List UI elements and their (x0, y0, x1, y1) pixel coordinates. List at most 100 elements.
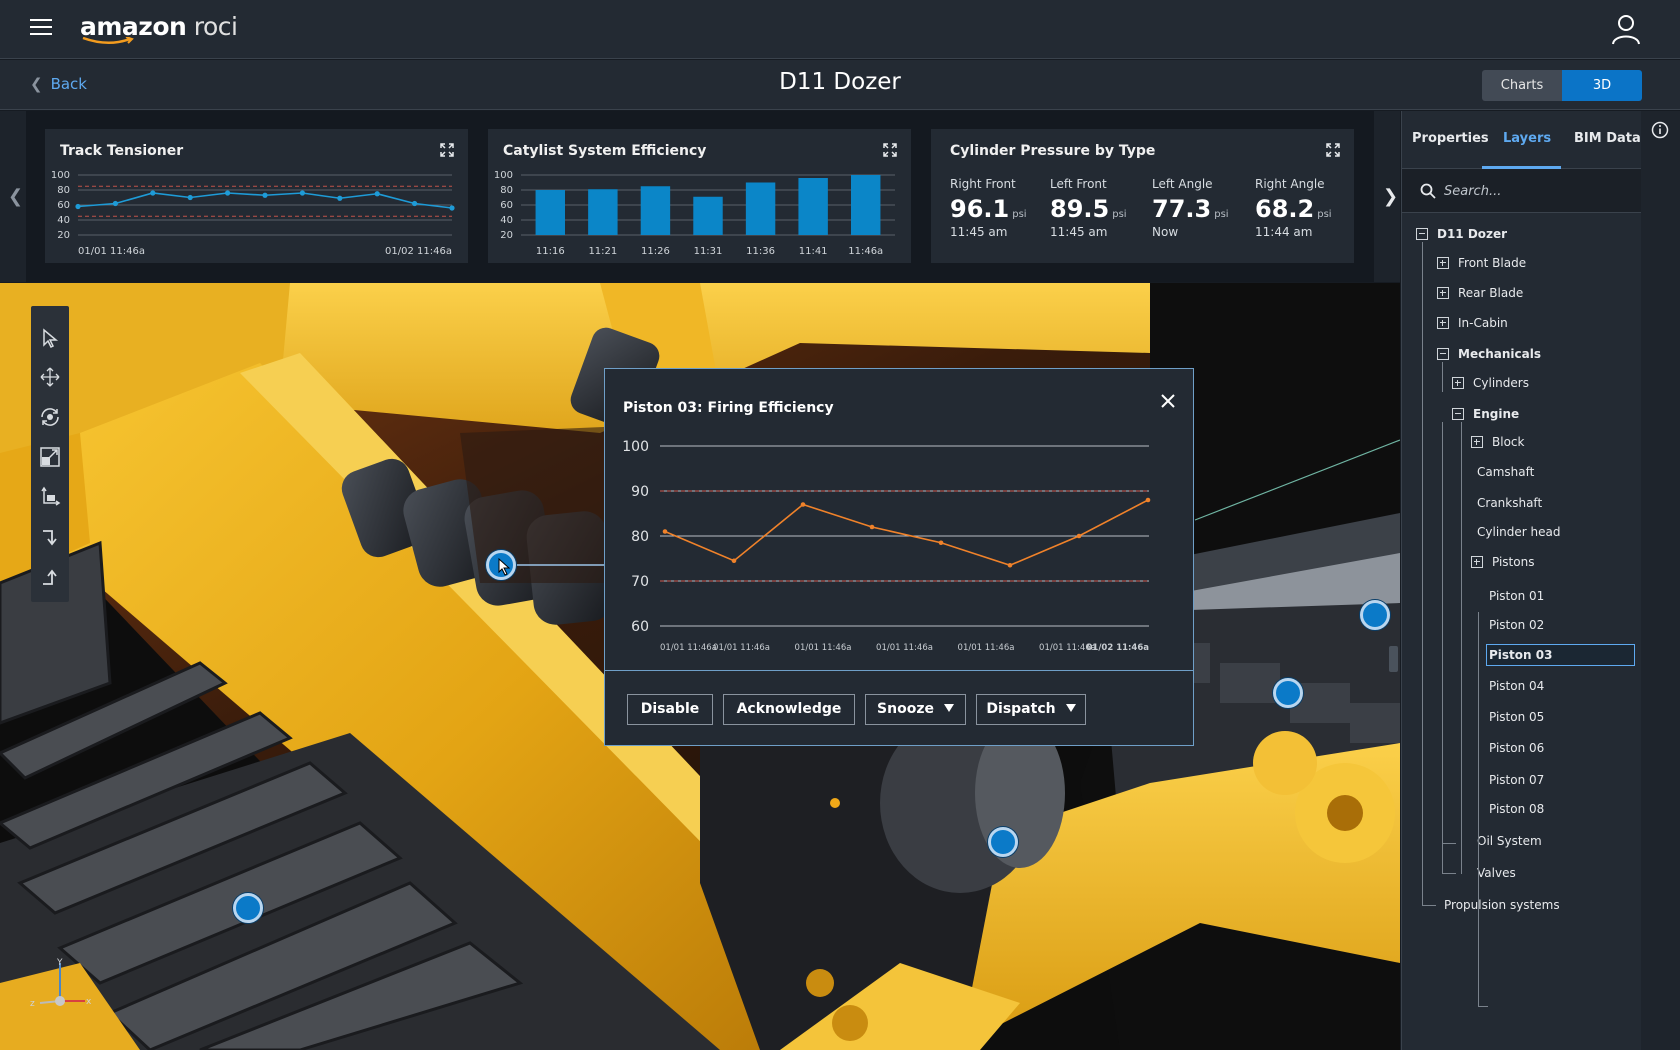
bar[interactable] (850, 175, 881, 235)
sensor-marker[interactable] (1273, 678, 1303, 708)
tree-item-label: Oil System (1477, 834, 1542, 848)
data-point (731, 558, 737, 564)
tree-item-piston-08[interactable]: Piston 08 (1489, 798, 1544, 820)
piston-alert-popup: Piston 03: Firing Efficiency 100 90 80 70 60… (604, 368, 1194, 746)
tree-item-piston-04[interactable]: Piston 04 (1489, 675, 1544, 697)
orbit-icon[interactable] (39, 406, 61, 428)
sensor-marker[interactable] (233, 893, 263, 923)
tree-item-piston-06[interactable]: Piston 06 (1489, 737, 1544, 759)
tab-layers[interactable]: Layers (1503, 131, 1551, 146)
tree-connector (1461, 422, 1462, 874)
tree-item-piston-02[interactable]: Piston 02 (1489, 614, 1544, 636)
tree-item-piston-05[interactable]: Piston 05 (1489, 706, 1544, 728)
tree-item-cylinders[interactable]: Cylinders (1452, 372, 1529, 394)
data-point (150, 190, 156, 196)
cylinder-pressure-card[interactable]: Cylinder Pressure by Type Right Front 96… (931, 129, 1354, 263)
tree-item-cylinder-head[interactable]: Cylinder head (1477, 521, 1560, 543)
strip-prev-button[interactable]: ❮ (0, 111, 26, 282)
chevron-left-icon: ❮ (8, 186, 24, 207)
data-point (299, 190, 305, 196)
snooze-button[interactable]: Snooze (865, 694, 966, 725)
tree-item-engine[interactable]: Engine (1452, 403, 1519, 425)
tree-item-piston-03[interactable]: Piston 03 (1486, 644, 1635, 666)
pressure-time: 11:45 am (1050, 225, 1108, 239)
collapse-icon[interactable] (1437, 348, 1449, 360)
tree-item-camshaft[interactable]: Camshaft (1477, 461, 1534, 483)
tree-item-block[interactable]: Block (1471, 431, 1524, 453)
bar[interactable] (745, 182, 776, 236)
layers-panel: Properties Layers BIM Data D11 Dozer Fron… (1401, 111, 1642, 1050)
x-tick-label: 01/02 11:46a (385, 246, 452, 257)
tab-bim-data[interactable]: BIM Data (1574, 131, 1641, 146)
strip-next-button[interactable]: ❯ (1374, 111, 1400, 282)
expand-icon[interactable] (1437, 257, 1449, 269)
select-icon[interactable] (39, 327, 61, 349)
card-title: Track Tensioner (60, 143, 184, 159)
tree-item-label: Valves (1477, 866, 1516, 880)
tree-connector (1442, 873, 1456, 874)
close-icon[interactable] (1158, 391, 1178, 411)
step-down-icon[interactable] (39, 526, 61, 548)
data-point (1007, 562, 1013, 568)
bar[interactable] (588, 189, 618, 235)
search-input[interactable] (1444, 179, 1629, 203)
tree-item-rear-blade[interactable]: Rear Blade (1437, 282, 1523, 304)
expand-icon[interactable] (883, 143, 897, 157)
catalyst-card[interactable]: Catylist System Efficiency 100 80 60 40 20 11… (488, 129, 911, 263)
dispatch-button[interactable]: Dispatch (976, 694, 1086, 725)
expand-icon[interactable] (1437, 317, 1449, 329)
expand-icon[interactable] (1326, 143, 1340, 157)
tree-connector (1478, 1006, 1488, 1007)
tree-item-in-cabin[interactable]: In-Cabin (1437, 312, 1508, 334)
tree-item-oil-system[interactable]: Oil System (1477, 830, 1542, 852)
tree-item-mechanicals[interactable]: Mechanicals (1437, 343, 1541, 365)
info-icon[interactable] (1651, 121, 1669, 139)
bar[interactable] (640, 186, 671, 235)
bar[interactable] (693, 196, 723, 235)
tree-item-pistons[interactable]: Pistons (1471, 551, 1534, 573)
pressure-time: 11:44 am (1255, 225, 1313, 239)
tree-item-piston-07[interactable]: Piston 07 (1489, 769, 1544, 791)
user-icon[interactable] (1610, 13, 1642, 45)
tree-item-propulsion-systems[interactable]: Propulsion systems (1444, 894, 1560, 916)
disable-button[interactable]: Disable (627, 694, 713, 725)
track-tensioner-card[interactable]: Track Tensioner 100 80 60 40 20 01/01 11:46a 0… (45, 129, 468, 263)
tree-item-piston-01[interactable]: Piston 01 (1489, 585, 1544, 607)
tree-connector (1422, 905, 1436, 906)
cursor-icon (498, 558, 511, 576)
data-point (1076, 533, 1082, 539)
caret-down-icon (943, 704, 954, 712)
menu-icon[interactable] (30, 19, 52, 37)
zoom-extents-icon[interactable] (39, 446, 61, 468)
bar[interactable] (798, 178, 828, 235)
expand-icon[interactable] (1471, 436, 1483, 448)
panel-resize-handle[interactable] (1389, 646, 1398, 672)
bar[interactable] (535, 190, 566, 235)
logo-smile-icon (82, 37, 134, 44)
move-icon[interactable] (39, 486, 61, 508)
tree-item-valves[interactable]: Valves (1477, 862, 1516, 884)
tree-item-front-blade[interactable]: Front Blade (1437, 252, 1526, 274)
charts-view-button[interactable]: Charts (1482, 70, 1562, 101)
tree-connector (1442, 362, 1443, 392)
3d-view-button[interactable]: 3D view (1562, 70, 1642, 101)
expand-icon[interactable] (1437, 287, 1449, 299)
sensor-marker[interactable] (1360, 600, 1390, 630)
y-tick-label: 100 (494, 170, 513, 181)
expand-icon[interactable] (440, 143, 454, 157)
sensor-marker[interactable] (988, 827, 1018, 857)
step-up-icon[interactable] (39, 566, 61, 588)
pressure-value: 68.2 psi (1255, 195, 1332, 223)
pan-icon[interactable] (39, 366, 61, 388)
collapse-icon[interactable] (1452, 408, 1464, 420)
acknowledge-button[interactable]: Acknowledge (723, 694, 855, 725)
expand-icon[interactable] (1452, 377, 1464, 389)
expand-icon[interactable] (1471, 556, 1483, 568)
pressure-value: 96.1 psi (950, 195, 1027, 223)
tree-item-crankshaft[interactable]: Crankshaft (1477, 492, 1542, 514)
collapse-icon[interactable] (1416, 228, 1428, 240)
y-tick-label: 60 (57, 200, 70, 211)
tree-item-d11-dozer[interactable]: D11 Dozer (1416, 223, 1507, 245)
x-tick-label: 11:46a (848, 246, 883, 257)
tab-properties[interactable]: Properties (1412, 131, 1489, 146)
